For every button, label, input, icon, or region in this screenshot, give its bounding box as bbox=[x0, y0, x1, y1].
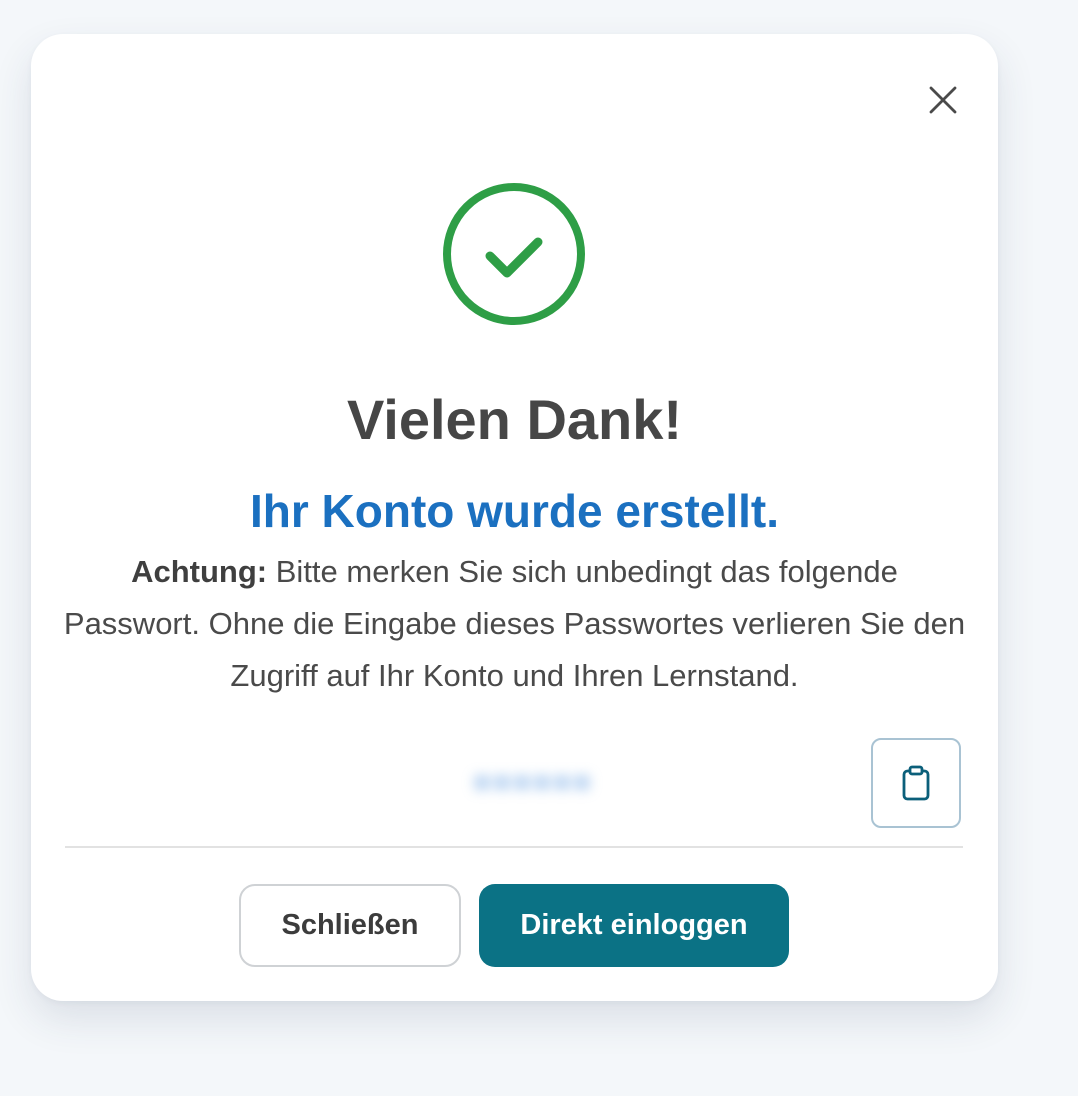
generated-password: •••••• bbox=[474, 760, 596, 805]
dialog-subtitle: Ihr Konto wurde erstellt. bbox=[249, 485, 780, 537]
password-row: •••••• bbox=[65, 736, 963, 832]
close-icon bbox=[928, 85, 958, 115]
close-button[interactable] bbox=[921, 78, 965, 122]
warning-message: Achtung: Bitte merken Sie sich unbedingt… bbox=[61, 546, 968, 702]
dialog-title: Vielen Dank! bbox=[346, 388, 683, 451]
warning-label: Achtung: bbox=[131, 554, 268, 589]
close-dialog-button[interactable]: Schließen bbox=[239, 884, 461, 967]
copy-password-button[interactable] bbox=[871, 738, 961, 828]
direct-login-button[interactable]: Direkt einloggen bbox=[479, 884, 789, 967]
divider bbox=[65, 846, 963, 848]
check-circle-icon bbox=[440, 180, 588, 328]
account-created-dialog: Vielen Dank! Ihr Konto wurde erstellt. A… bbox=[31, 34, 998, 1001]
clipboard-icon bbox=[901, 765, 931, 801]
